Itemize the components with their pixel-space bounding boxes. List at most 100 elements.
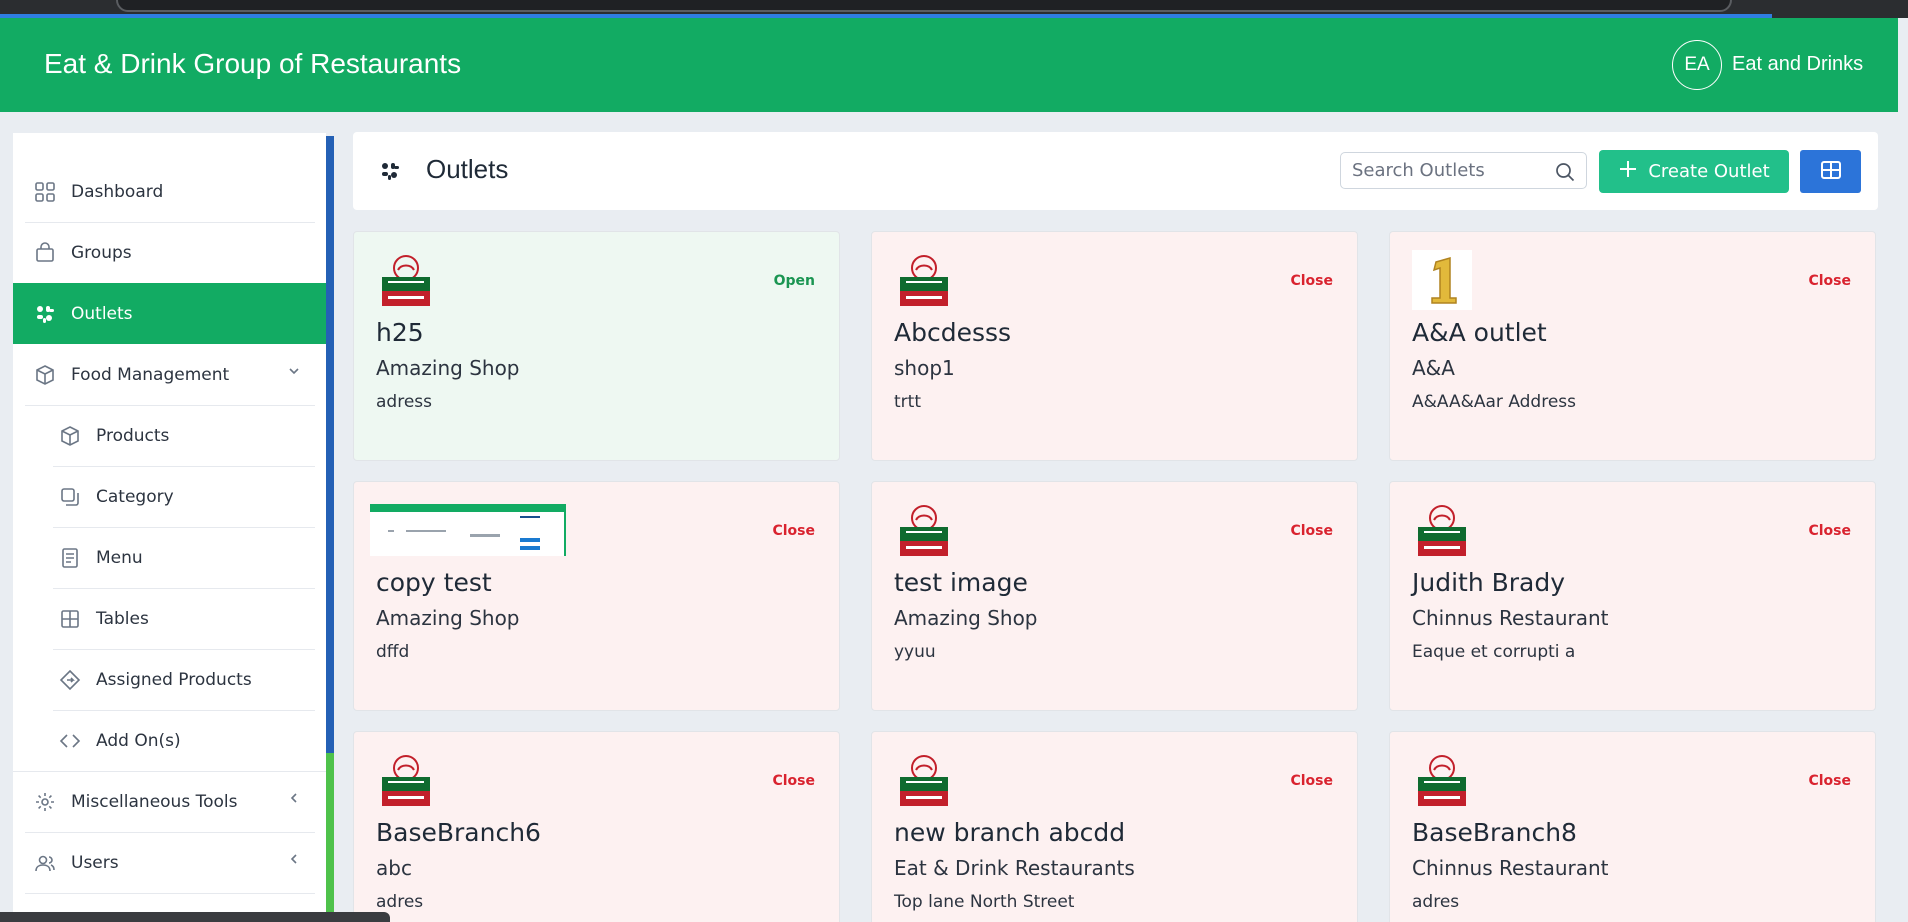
sidebar-item-tables[interactable]: Tables	[13, 588, 326, 649]
sidebar-item-label: Miscellaneous Tools	[71, 791, 238, 812]
outlet-address: adres	[1412, 892, 1460, 912]
status-badge: Close	[1808, 523, 1851, 539]
sidebar-item-label: Outlets	[71, 303, 133, 324]
sidebar-item-label: Menu	[96, 547, 143, 568]
sidebar-item-label: Category	[96, 486, 174, 507]
gear-icon	[33, 790, 57, 814]
outlet-address: trtt	[894, 392, 921, 412]
outlet-name: Abcdesss	[894, 318, 1012, 347]
outlet-group: A&A	[1412, 356, 1455, 380]
outlet-card[interactable]: Open h25 Amazing Shop adress	[353, 231, 840, 461]
address-bar[interactable]	[116, 0, 1732, 12]
sidebar-accent	[326, 753, 334, 922]
sidebar-item-label: Assigned Products	[96, 669, 252, 690]
sidebar-scrollbar[interactable]	[326, 136, 334, 753]
outlet-logo	[1412, 500, 1472, 560]
sidebar-item-miscellaneous-tools[interactable]: Miscellaneous Tools	[13, 771, 326, 832]
outlet-logo	[894, 500, 954, 560]
outlet-card[interactable]: Close test image Amazing Shop yyuu	[871, 481, 1358, 711]
table-icon	[58, 607, 82, 631]
status-badge: Close	[1290, 273, 1333, 289]
outlet-address: adres	[376, 892, 424, 912]
outlet-logo	[1412, 750, 1472, 810]
app-title: Eat & Drink Group of Restaurants	[44, 48, 462, 79]
outlet-address: dffd	[376, 642, 410, 662]
outlet-name: test image	[894, 568, 1028, 597]
outlet-name: copy test	[376, 568, 492, 597]
outlet-logo	[1412, 250, 1472, 310]
outlet-card[interactable]: Close copy test Amazing Shop dffd	[353, 481, 840, 711]
app-header: Eat & Drink Group of Restaurants EA Eat …	[0, 18, 1898, 112]
sidebar-item-groups[interactable]: Groups	[13, 222, 326, 283]
sidebar-item-label: Users	[71, 852, 119, 873]
dashboard-grid-icon	[33, 180, 57, 204]
document-icon	[58, 546, 82, 570]
outlet-name: new branch abcdd	[894, 818, 1126, 847]
browser-chrome	[0, 0, 1908, 18]
sidebar-item-food-management[interactable]: Food Management	[13, 344, 326, 405]
browser-status-bar	[0, 912, 390, 922]
plus-icon	[1618, 159, 1638, 184]
sidebar-item-label: Food Management	[71, 364, 230, 385]
create-outlet-button[interactable]: Create Outlet	[1599, 150, 1789, 193]
outlet-group: Amazing Shop	[376, 356, 520, 380]
outlet-card[interactable]: Close Judith Brady Chinnus Restaurant Eaque…	[1389, 481, 1876, 711]
outlet-logo	[376, 250, 436, 310]
outlet-address: Top lane North Street	[894, 892, 1075, 912]
chevron-down-icon	[288, 365, 300, 381]
tag-icon	[58, 668, 82, 692]
outlet-name: h25	[376, 318, 424, 347]
outlet-card[interactable]: Close Abcdesss shop1 trtt	[871, 231, 1358, 461]
outlets-icon	[379, 160, 401, 186]
outlet-card[interactable]: Close A&A outlet A&A A&AA&Aar Address	[1389, 231, 1876, 461]
sidebar-item-label: Groups	[71, 242, 132, 263]
sidebar-item-label: Dashboard	[71, 181, 164, 202]
user-name[interactable]: Eat and Drinks	[1732, 53, 1863, 76]
sidebar-item-assigned-products[interactable]: Assigned Products	[13, 649, 326, 710]
grid-icon	[1819, 158, 1843, 186]
outlet-address: adress	[376, 392, 432, 412]
sidebar-item-products[interactable]: Products	[13, 405, 326, 466]
status-badge: Close	[772, 773, 815, 789]
outlet-group: Chinnus Restaurant	[1412, 606, 1609, 630]
outlet-name: Judith Brady	[1412, 568, 1566, 597]
sidebar-item-users[interactable]: Users	[13, 832, 326, 893]
status-badge: Open	[773, 273, 815, 289]
outlet-card[interactable]: Close BaseBranch8 Chinnus Restaurant adres	[1389, 731, 1876, 922]
search-input[interactable]	[1352, 153, 1552, 188]
outlet-logo	[376, 750, 436, 810]
copy-icon	[58, 485, 82, 509]
outlet-name: BaseBranch6	[376, 818, 541, 847]
outlets-icon	[33, 302, 57, 326]
avatar[interactable]: EA	[1672, 40, 1722, 90]
sidebar-item-label: Products	[96, 425, 170, 446]
box-icon	[33, 363, 57, 387]
sidebar-item-category[interactable]: Category	[13, 466, 326, 527]
status-badge: Close	[1290, 523, 1333, 539]
sidebar-item-menu[interactable]: Menu	[13, 527, 326, 588]
outlet-card[interactable]: Close BaseBranch6 abc adres	[353, 731, 840, 922]
outlet-group: Chinnus Restaurant	[1412, 856, 1609, 880]
page-title: Outlets	[426, 154, 509, 184]
search-box	[1340, 152, 1587, 189]
divider	[25, 893, 315, 894]
outlet-name: A&A outlet	[1412, 318, 1547, 347]
sidebar-item-add-ons[interactable]: Add On(s)	[13, 710, 326, 771]
status-badge: Close	[1808, 273, 1851, 289]
page-toolbar: Outlets Create Outlet	[353, 132, 1878, 210]
sidebar-item-label: Tables	[96, 608, 149, 629]
sidebar-item-dashboard[interactable]: Dashboard	[13, 161, 326, 222]
status-badge: Close	[1290, 773, 1333, 789]
outlet-group: abc	[376, 856, 412, 880]
outlet-logo	[894, 750, 954, 810]
sidebar-item-outlets[interactable]: Outlets	[13, 283, 326, 344]
create-outlet-label: Create Outlet	[1648, 161, 1770, 182]
outlet-group: shop1	[894, 356, 955, 380]
outlet-group: Amazing Shop	[376, 606, 520, 630]
sidebar-item-label: Add On(s)	[96, 730, 181, 751]
outlet-address: A&AA&Aar Address	[1412, 392, 1577, 412]
grid-view-button[interactable]	[1800, 150, 1861, 193]
search-icon[interactable]	[1554, 161, 1576, 187]
outlet-card[interactable]: Close new branch abcdd Eat & Drink Restaur…	[871, 731, 1358, 922]
chevron-left-icon	[288, 792, 300, 808]
